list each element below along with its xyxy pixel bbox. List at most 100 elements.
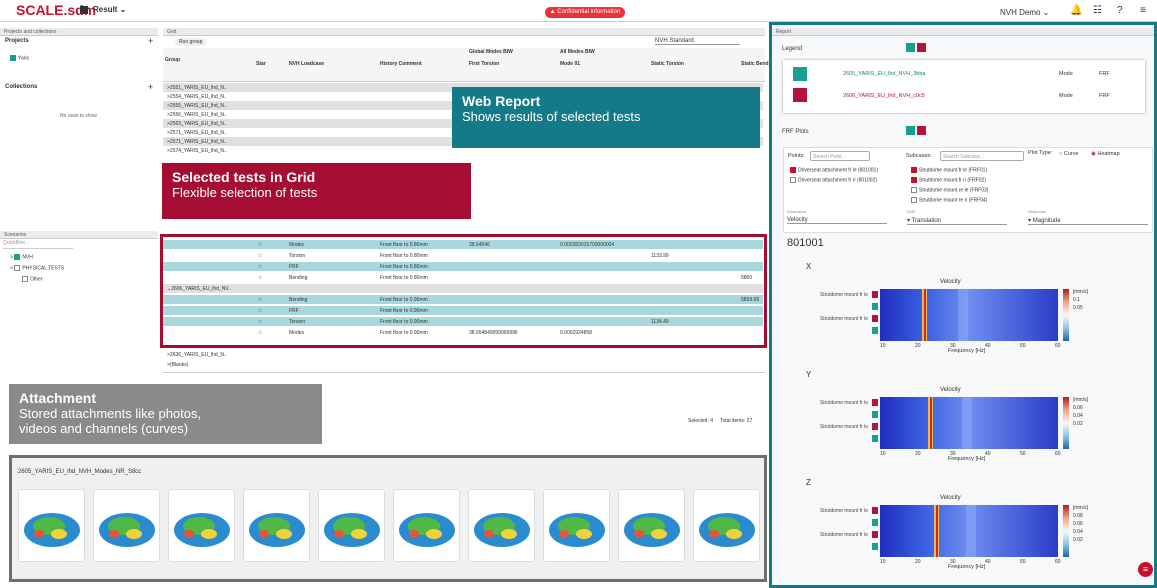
star-icon[interactable]: ☆ xyxy=(258,295,262,305)
plot-title: Velocity xyxy=(940,495,961,501)
curve-radio[interactable]: ○ Curve xyxy=(1059,151,1079,157)
table-row[interactable]: ☆ Bending Front floor to 0.90mm 5859.69 xyxy=(163,295,763,305)
row-marker xyxy=(872,399,878,406)
scenarios-tab[interactable]: Scenarios xyxy=(0,231,158,239)
attachment-thumbnail[interactable] xyxy=(468,489,535,562)
tree-item-physical[interactable]: > PHYSICAL TESTS xyxy=(10,265,64,271)
plot-title: Velocity xyxy=(940,387,961,393)
dimension-select[interactable]: Velocity xyxy=(787,217,887,224)
dof-select[interactable]: ▾ Translation xyxy=(907,217,1007,225)
col-mode01[interactable]: Mode 01 xyxy=(560,61,580,67)
col-global-modes[interactable]: Global Modes BIW xyxy=(469,49,513,55)
x-tick: 20 xyxy=(915,343,921,349)
colorbar xyxy=(1063,397,1069,449)
col-static-bend[interactable]: Static Bend xyxy=(741,61,769,67)
star-icon[interactable]: ☆ xyxy=(258,273,262,283)
points-search-input[interactable]: Search Point... xyxy=(810,151,870,161)
car-model-icon xyxy=(549,513,605,547)
legend-name-2[interactable]: 2606_YARIS_EU_lhd_NVH_c0c5 xyxy=(843,93,925,99)
col-loadcase[interactable]: NVH Loadcase xyxy=(289,61,324,67)
grid-row[interactable]: > (Blanks) xyxy=(163,360,763,370)
col-history[interactable]: History Comment xyxy=(380,61,422,67)
point-item-2[interactable]: Driverseat attachment fr ri (801002) xyxy=(790,177,877,183)
loadcase-cell: Bending xyxy=(289,275,308,281)
tree-item-other[interactable]: Other xyxy=(22,276,43,282)
legend-swatch-icon xyxy=(917,43,926,52)
static-bend-cell: 5859.69 xyxy=(741,297,760,303)
projects-tab[interactable]: Projects and collections xyxy=(0,28,158,36)
attachment-thumbnail[interactable] xyxy=(18,489,85,562)
col-all-modes[interactable]: All Modes BIW xyxy=(560,49,595,55)
star-icon[interactable]: ☆ xyxy=(258,306,262,316)
col-static-torsion[interactable]: Static Torsion xyxy=(651,61,684,67)
menu-icon[interactable]: ≡ xyxy=(1140,5,1146,16)
colorbar-tick: 0.02 xyxy=(1073,421,1083,427)
nvh-standard-select[interactable]: NVH Standard xyxy=(655,38,740,45)
heatmap-radio[interactable]: ◉ Heatmap xyxy=(1091,151,1120,157)
grid-row[interactable]: > 2636_YARIS_EU_lhd_N.. xyxy=(163,350,763,360)
attachment-thumbnail[interactable] xyxy=(168,489,235,562)
tree-item-nvh[interactable]: > NVH xyxy=(10,254,33,260)
table-row[interactable]: ☆ Torsion Front floor to 0.90mm 1134.49 xyxy=(163,317,763,327)
point-item-1[interactable]: Driverseat attachment fr le (801001) xyxy=(790,167,878,173)
project-item[interactable]: Yaris xyxy=(10,55,29,61)
subcase-item-3[interactable]: Strutdome mount re le (FRF03) xyxy=(911,187,988,193)
subcase-item-4[interactable]: Strutdome mount re ri (FRF04) xyxy=(911,197,987,203)
add-project-icon[interactable]: + xyxy=(148,36,153,46)
col-star[interactable]: Star xyxy=(256,61,266,67)
row-marker xyxy=(872,519,878,526)
star-icon[interactable]: ☆ xyxy=(258,240,262,250)
col-first-torsion[interactable]: First Torsion xyxy=(469,61,499,67)
attachment-thumbnail[interactable] xyxy=(93,489,160,562)
run-group-chip[interactable]: Run group xyxy=(175,38,207,46)
selected-count: Selected: 4 xyxy=(688,418,714,424)
x-tick: 20 xyxy=(915,559,921,565)
table-row[interactable]: ☆ Modes Front floor to 0.90mm 38.6548499… xyxy=(163,328,763,338)
attachment-thumbnail[interactable] xyxy=(693,489,760,562)
attachment-thumbnail[interactable] xyxy=(393,489,460,562)
attachment-header[interactable]: 2605_YARIS_EU_lhd_NVH_Modes_NR_S8cc xyxy=(18,469,141,475)
frf-plots-heading[interactable]: FRF Plots xyxy=(782,129,809,135)
subcase-item-1[interactable]: Strutdome mount fr le (FRF01) xyxy=(911,167,987,173)
list-icon[interactable]: ☷ xyxy=(1093,5,1102,16)
help-icon[interactable]: ? xyxy=(1117,5,1123,16)
car-model-icon xyxy=(324,513,380,547)
grid-tab[interactable]: Grid xyxy=(163,28,765,36)
table-row[interactable]: ☆ Torsion Front floor to 0.80mm 1133.99 xyxy=(163,251,763,261)
legend-name-1[interactable]: 2605_YARIS_EU_lhd_NVH_3bba xyxy=(843,71,925,77)
subcase-item-2[interactable]: Strutdome mount fr ri (FRF02) xyxy=(911,177,986,183)
result-dropdown[interactable]: Result ⌄ xyxy=(93,5,126,14)
x-axis-label: Frequency [Hz] xyxy=(948,564,986,570)
loadcase-cell: Modes xyxy=(289,330,305,336)
quickfilter-input[interactable]: Quickfilter... xyxy=(3,240,73,249)
table-row[interactable]: ☆ FRF Front floor to 0.90mm xyxy=(163,306,763,316)
add-collection-icon[interactable]: + xyxy=(148,82,153,92)
x-tick: 10 xyxy=(880,451,886,457)
colorbar-tick: 0.06 xyxy=(1073,521,1083,527)
chat-icon[interactable]: ≡ xyxy=(1138,562,1153,577)
attachment-thumbnail[interactable] xyxy=(243,489,310,562)
attachment-thumbnail[interactable] xyxy=(318,489,385,562)
table-row[interactable]: ☆ FRF Front floor to 0.80mm xyxy=(163,262,763,272)
report-tab[interactable]: Report xyxy=(772,28,1154,36)
subcase-search-input[interactable]: Search Subcase... xyxy=(940,151,1024,161)
table-row[interactable]: ☆ Modes Front floor to 0.80mm 38.64546 0… xyxy=(163,240,763,250)
workspace-dropdown[interactable]: NVH Demo ⌄ xyxy=(1000,8,1049,17)
unit-label: [mm/s] xyxy=(1073,505,1088,511)
attachment-thumbnail[interactable] xyxy=(618,489,685,562)
star-icon[interactable]: ☆ xyxy=(258,251,262,261)
legend-heading[interactable]: Legend xyxy=(782,46,802,52)
attachment-thumbnail[interactable] xyxy=(543,489,610,562)
response-select[interactable]: ▾ Magnitude xyxy=(1028,217,1148,225)
bell-icon[interactable]: 🔔 xyxy=(1070,5,1082,16)
subcases-label: Subcases: xyxy=(906,153,932,159)
star-icon[interactable]: ☆ xyxy=(258,317,262,327)
star-icon[interactable]: ☆ xyxy=(258,328,262,338)
group-row[interactable]: ⌄ 2606_YARIS_EU_lhd_NV.. xyxy=(163,284,763,294)
row-marker xyxy=(872,543,878,550)
row-label: Strutdome mount fr le xyxy=(819,292,868,298)
star-icon[interactable]: ☆ xyxy=(258,262,262,272)
col-group[interactable]: Group xyxy=(165,57,180,63)
colorbar xyxy=(1063,289,1069,341)
table-row[interactable]: ☆ Bending Front floor to 0.80mm 5860 xyxy=(163,273,763,283)
